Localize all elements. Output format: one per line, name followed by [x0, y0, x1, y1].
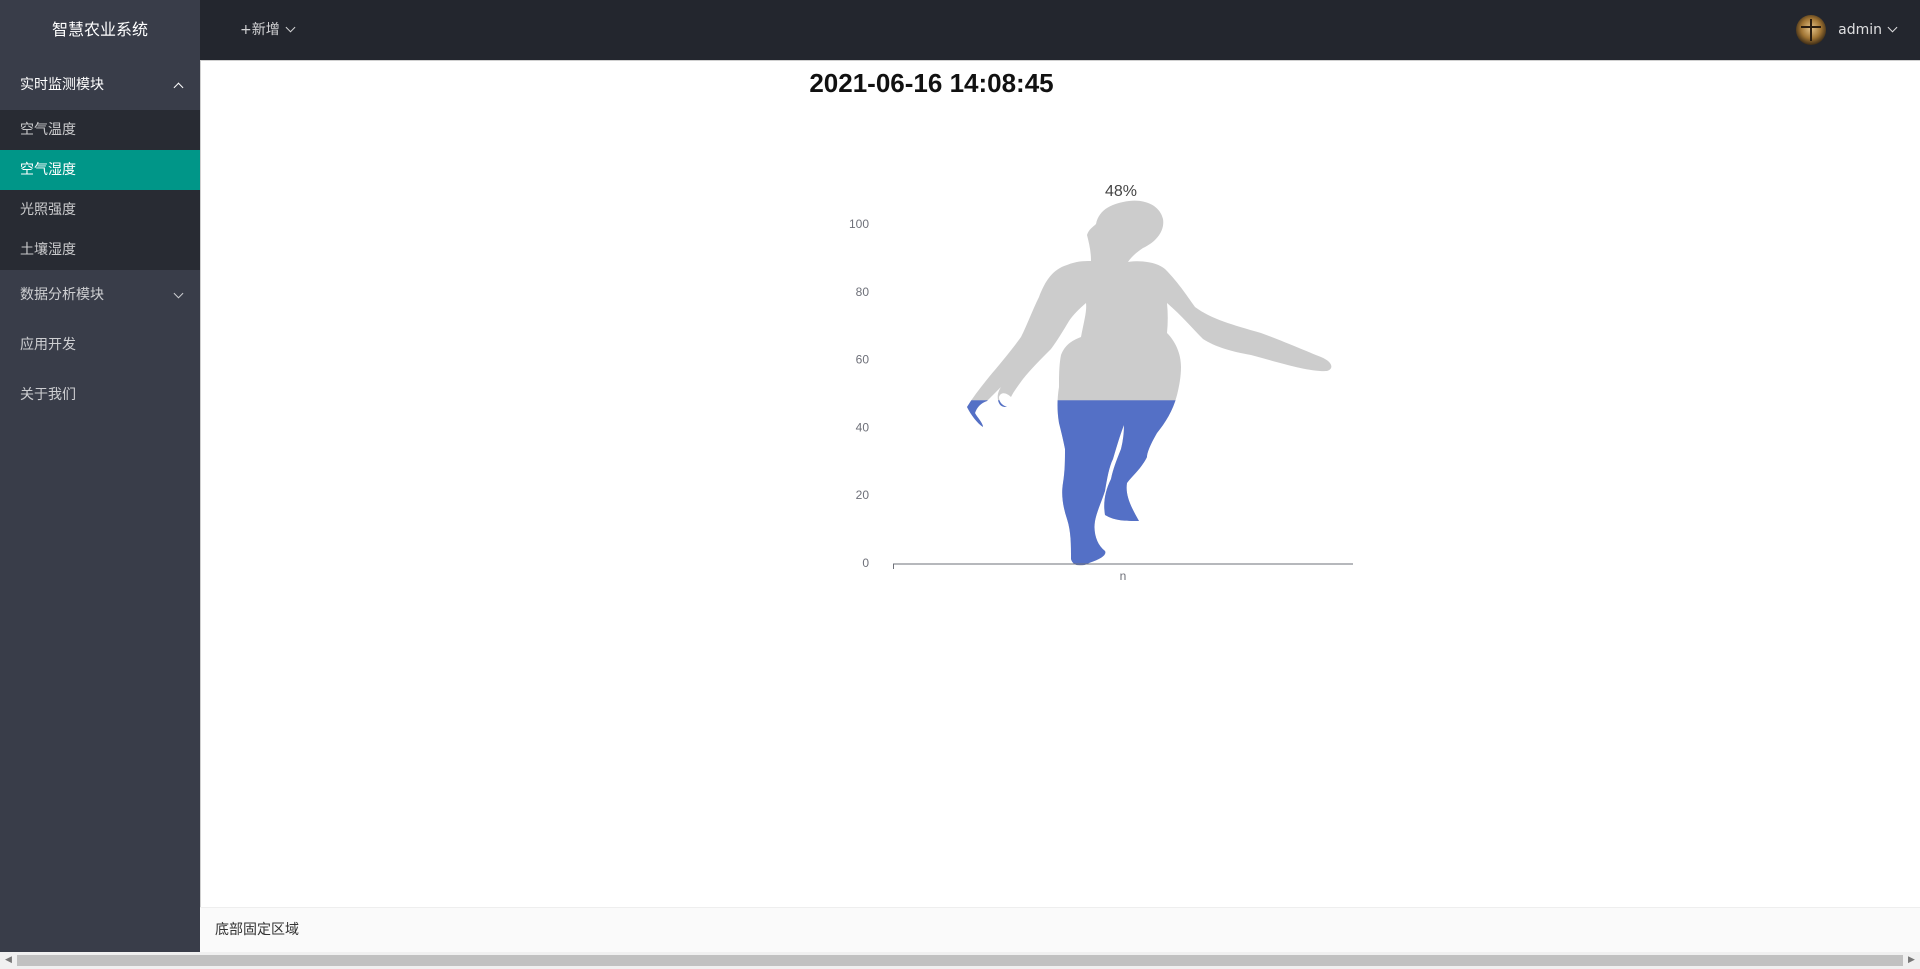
scroll-right-icon[interactable]: ▶	[1903, 952, 1920, 969]
y-tick-label: 100	[849, 217, 869, 231]
nav-children: 空气温度 空气湿度 光照强度 土壤湿度	[0, 110, 200, 270]
nav-group-label: 数据分析模块	[20, 287, 104, 303]
add-menu-button[interactable]: +新增	[240, 0, 296, 60]
y-tick-label: 60	[856, 353, 870, 367]
scroll-left-icon[interactable]: ◀	[0, 952, 17, 969]
user-name: admin	[1838, 22, 1882, 38]
y-tick-label: 80	[856, 285, 870, 299]
sidebar-item-about-us[interactable]: 关于我们	[0, 370, 200, 420]
footer-text: 底部固定区域	[215, 922, 299, 938]
humidity-pictorial-chart: 0 20 40 60 80 100 48% n	[849, 183, 1353, 583]
avatar[interactable]	[1796, 15, 1827, 45]
sidebar: 实时监测模块 空气温度 空气湿度 光照强度 土壤湿度 数据分析模块 应用开发 关…	[0, 60, 200, 952]
top-header: 智慧农业系统 +新增 admin	[0, 0, 1920, 60]
data-label: 48%	[1105, 183, 1137, 200]
sidebar-item-light-intensity[interactable]: 光照强度	[0, 190, 200, 230]
user-menu[interactable]: admin	[1796, 0, 1898, 60]
nav-item-label: 关于我们	[20, 387, 76, 403]
y-tick-label: 0	[862, 556, 869, 570]
nav-group-realtime-monitoring[interactable]: 实时监测模块	[0, 60, 200, 110]
bar-fill	[967, 400, 1332, 565]
scrollbar-thumb[interactable]	[17, 955, 1903, 966]
y-tick-label: 40	[856, 420, 870, 434]
main-content: 2021-06-16 14:08:45 0 20 40 60 80 100 48% n	[200, 60, 1920, 907]
nav-item-label: 应用开发	[20, 337, 76, 353]
sidebar-item-soil-humidity[interactable]: 土壤湿度	[0, 230, 200, 270]
sidebar-item-air-humidity[interactable]: 空气湿度	[0, 150, 200, 190]
chevron-down-icon	[285, 22, 296, 33]
nav-group-label: 实时监测模块	[20, 77, 104, 93]
page-timestamp: 2021-06-16 14:08:45	[809, 68, 1054, 98]
silhouette-empty	[967, 200, 1332, 566]
nav-group-data-analysis[interactable]: 数据分析模块	[0, 270, 200, 320]
horizontal-scrollbar[interactable]: ◀ ▶	[0, 952, 1920, 969]
y-tick-label: 20	[856, 488, 870, 502]
add-menu-label: +新增	[240, 22, 280, 38]
footer: 底部固定区域	[200, 907, 1920, 952]
app-title: 智慧农业系统	[0, 0, 200, 60]
chevron-down-icon	[173, 288, 184, 299]
sidebar-item-air-temperature[interactable]: 空气温度	[0, 110, 200, 150]
sidebar-item-app-development[interactable]: 应用开发	[0, 320, 200, 370]
chevron-down-icon	[1887, 22, 1898, 32]
chevron-up-icon	[173, 82, 184, 93]
x-tick-label: n	[1120, 569, 1127, 583]
